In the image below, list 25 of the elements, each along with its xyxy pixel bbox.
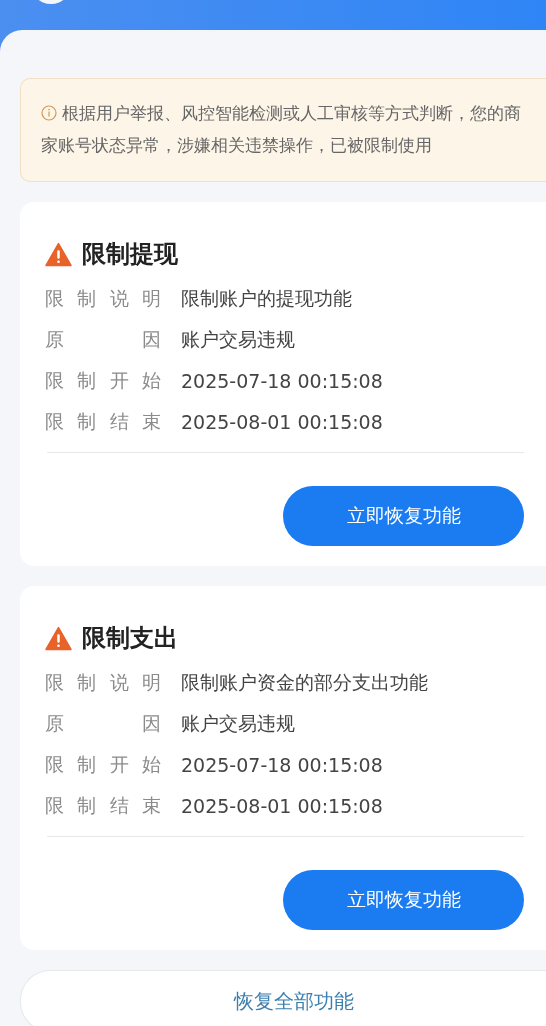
field-label: 原因 [45, 326, 161, 352]
field-value: 2025-07-18 00:15:08 [181, 753, 383, 776]
restore-button[interactable]: 立即恢复功能 [283, 486, 524, 546]
card-title: 限制支出 [82, 623, 178, 654]
field-label: 限制说明 [45, 669, 161, 695]
field-label: 限制结束 [45, 792, 161, 818]
field-value: 2025-07-18 00:15:08 [181, 369, 383, 392]
field-label: 原因 [45, 710, 161, 736]
restore-all-button[interactable]: 恢复全部功能 [20, 970, 546, 1026]
field-value: 账户交易违规 [181, 710, 295, 736]
field-value: 限制账户资金的部分支出功能 [181, 669, 428, 695]
info-icon [41, 105, 57, 121]
notice-text: 根据用户举报、风控智能检测或人工审核等方式判断，您的商家账号状态异常，涉嫌相关违禁操作，已被限制使用 [41, 102, 523, 157]
field-value: 限制账户的提现功能 [181, 285, 352, 311]
field-label: 限制说明 [45, 285, 161, 311]
field-value: 账户交易违规 [181, 326, 295, 352]
restore-button[interactable]: 立即恢复功能 [283, 870, 524, 930]
card-title: 限制提现 [82, 239, 178, 270]
field-label: 限制结束 [45, 408, 161, 434]
warning-icon [45, 625, 72, 651]
field-label: 限制开始 [45, 367, 161, 393]
field-label: 限制开始 [45, 751, 161, 777]
warning-icon [45, 241, 72, 267]
field-value: 2025-08-01 00:15:08 [181, 410, 383, 433]
field-value: 2025-08-01 00:15:08 [181, 794, 383, 817]
